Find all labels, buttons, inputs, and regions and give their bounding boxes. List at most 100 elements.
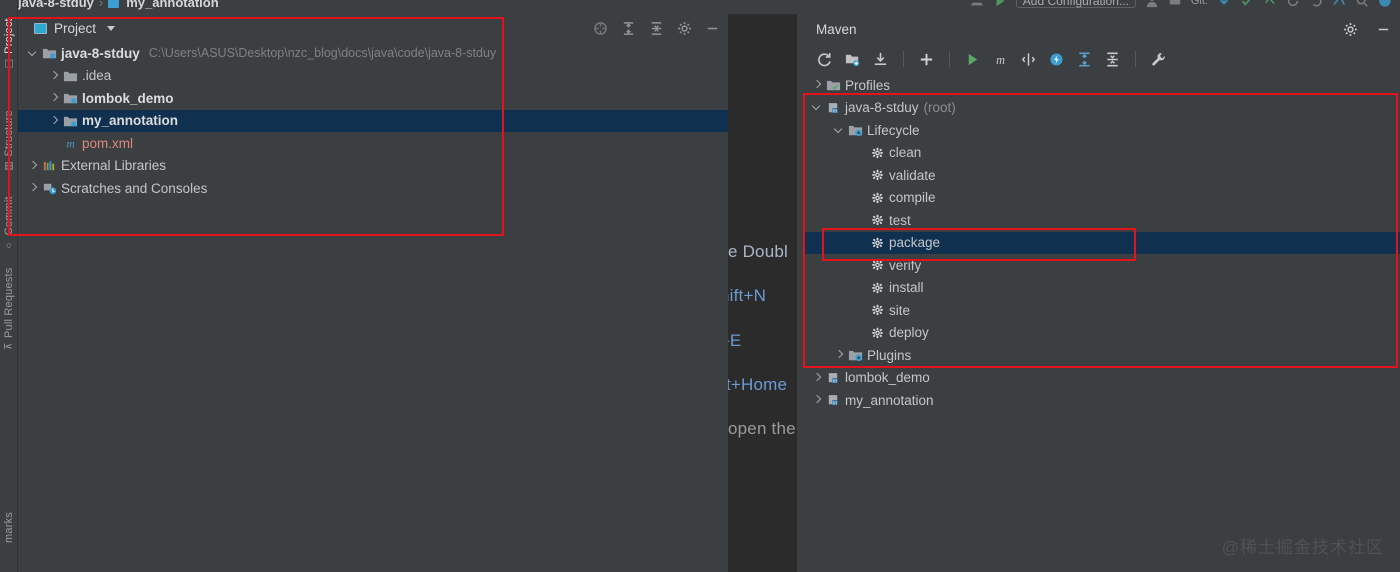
expand-all-icon[interactable] [1076, 51, 1093, 68]
chevron-down-icon[interactable] [28, 48, 39, 59]
maven-tree-row-label: Profiles [845, 77, 891, 93]
chevron-right-icon[interactable] [49, 93, 60, 104]
jrebel-user-icon[interactable] [1145, 0, 1159, 8]
maven-tree-row[interactable]: deploy [804, 322, 1400, 345]
chevron-down-icon[interactable] [834, 125, 845, 136]
maven-tree-row[interactable]: install [804, 277, 1400, 300]
sidebar-item-bookmarks[interactable]: marks [0, 512, 18, 543]
maven-tree-row[interactable]: m java-8-stduy (root) [804, 97, 1400, 120]
reload-icon[interactable] [816, 51, 833, 68]
help-icon[interactable] [1378, 0, 1392, 8]
sidebar-item-label: Structure [3, 110, 15, 157]
project-tree-row[interactable]: Scratches and Consoles [18, 177, 728, 200]
git-update-icon[interactable] [1217, 0, 1231, 8]
chevron-right-icon[interactable] [834, 350, 845, 361]
chevron-right-icon[interactable] [49, 70, 60, 81]
svg-text:m: m [66, 139, 74, 151]
chevron-right-icon[interactable] [812, 80, 823, 91]
collapse-all-icon[interactable] [1104, 51, 1121, 68]
git-history-icon[interactable] [1286, 0, 1300, 8]
chevron-down-icon[interactable] [107, 25, 116, 31]
search-icon[interactable] [1355, 0, 1369, 8]
add-configuration-button[interactable]: Add Configuration... [1015, 0, 1136, 8]
undo-icon[interactable] [1309, 0, 1323, 8]
chevron-right-icon[interactable] [812, 395, 823, 406]
svg-text:m: m [833, 378, 838, 384]
gear-icon[interactable] [677, 21, 692, 36]
run-icon[interactable] [964, 51, 981, 68]
project-tree-row[interactable]: lombok_demo [18, 87, 728, 110]
execute-goal-icon[interactable]: m [992, 51, 1009, 68]
editor-line: lt+Home [728, 375, 788, 394]
wrench-icon[interactable] [1150, 51, 1167, 68]
plus-icon[interactable] [918, 51, 935, 68]
git-push-icon[interactable] [1263, 0, 1277, 8]
maven-tree-row[interactable]: package [804, 231, 1400, 254]
device-icon[interactable] [970, 0, 984, 8]
maven-goal-icon [870, 168, 885, 182]
maven-tree-row[interactable]: site [804, 299, 1400, 322]
editor-shortcut-text: Doubl [742, 242, 788, 261]
minimize-icon[interactable] [705, 21, 720, 36]
project-panel-header: Project [18, 14, 728, 42]
git-commit-icon[interactable] [1240, 0, 1254, 8]
sidebar-item-pull-requests[interactable]: ⊼ Pull Requests [0, 268, 18, 350]
maven-tree-row[interactable]: m lombok_demo [804, 367, 1400, 390]
add-maven-project-icon[interactable] [844, 51, 861, 68]
jrebel-console-icon[interactable] [1168, 0, 1182, 8]
scratches-icon [42, 181, 57, 195]
minimize-icon[interactable] [1376, 22, 1391, 37]
sidebar-item-project[interactable]: ◫ Project [0, 18, 18, 69]
breadcrumb-project[interactable]: java-8-stduy [18, 0, 94, 10]
gear-icon[interactable] [1343, 22, 1358, 37]
maven-tree-row-label: test [889, 212, 911, 228]
chevron-right-icon[interactable] [812, 372, 823, 383]
select-in-icon[interactable] [1332, 0, 1346, 8]
project-tree-row[interactable]: java-8-stduy C:\Users\ASUS\Desktop\nzc_bl… [18, 42, 728, 65]
project-file-tree[interactable]: java-8-stduy C:\Users\ASUS\Desktop\nzc_bl… [18, 42, 728, 200]
profiles-folder-icon [826, 78, 841, 92]
maven-projects-tree[interactable]: Profiles m java-8-stduy (root) Lifecycle clea… [804, 74, 1400, 412]
collapse-all-icon[interactable] [649, 21, 664, 36]
offline-mode-icon[interactable] [1048, 51, 1065, 68]
chevron-right-icon[interactable] [49, 115, 60, 126]
chevron-right-icon[interactable] [28, 160, 39, 171]
skip-tests-icon[interactable] [1020, 51, 1037, 68]
expand-all-icon[interactable] [621, 21, 636, 36]
editor-area[interactable]: e Doubl hift+N -E lt+Home open the [728, 14, 804, 572]
sidebar-item-structure[interactable]: ▤ Structure [0, 110, 18, 172]
project-tree-row[interactable]: m pom.xml [18, 132, 728, 155]
maven-toolbar: m [804, 44, 1400, 74]
download-sources-icon[interactable] [872, 51, 889, 68]
project-tree-row-label: my_annotation [82, 113, 179, 129]
maven-tree-row[interactable]: compile [804, 187, 1400, 210]
project-view-selector[interactable]: Project [34, 21, 116, 36]
chevron-down-icon[interactable] [812, 102, 823, 113]
run-icon[interactable] [993, 0, 1007, 8]
sidebar-item-commit[interactable]: ○ Commit [0, 196, 18, 250]
select-opened-file-icon[interactable] [593, 21, 608, 36]
maven-tree-row[interactable]: clean [804, 142, 1400, 165]
toolbar-separator [1135, 51, 1136, 67]
maven-tree-row[interactable]: Profiles [804, 74, 1400, 97]
project-tree-row[interactable]: my_annotation [18, 109, 728, 132]
lifecycle-folder-icon [848, 123, 863, 137]
maven-goal-icon [870, 326, 885, 340]
toolbar-separator [949, 51, 950, 67]
maven-tree-row[interactable]: Lifecycle [804, 119, 1400, 142]
editor-scrollbar[interactable] [797, 14, 804, 572]
maven-tree-row[interactable]: Plugins [804, 344, 1400, 367]
chevron-right-icon[interactable] [28, 183, 39, 194]
breadcrumb-module[interactable]: my_annotation [126, 0, 218, 10]
maven-tree-row[interactable]: m my_annotation [804, 389, 1400, 412]
module-folder-icon [63, 114, 78, 128]
maven-tree-row[interactable]: validate [804, 164, 1400, 187]
project-tree-row[interactable]: .idea [18, 65, 728, 88]
maven-tree-row[interactable]: test [804, 209, 1400, 232]
maven-tree-row[interactable]: verify [804, 254, 1400, 277]
maven-project-icon: m [826, 371, 841, 385]
folder-icon [63, 69, 78, 83]
project-tree-row[interactable]: External Libraries [18, 155, 728, 178]
